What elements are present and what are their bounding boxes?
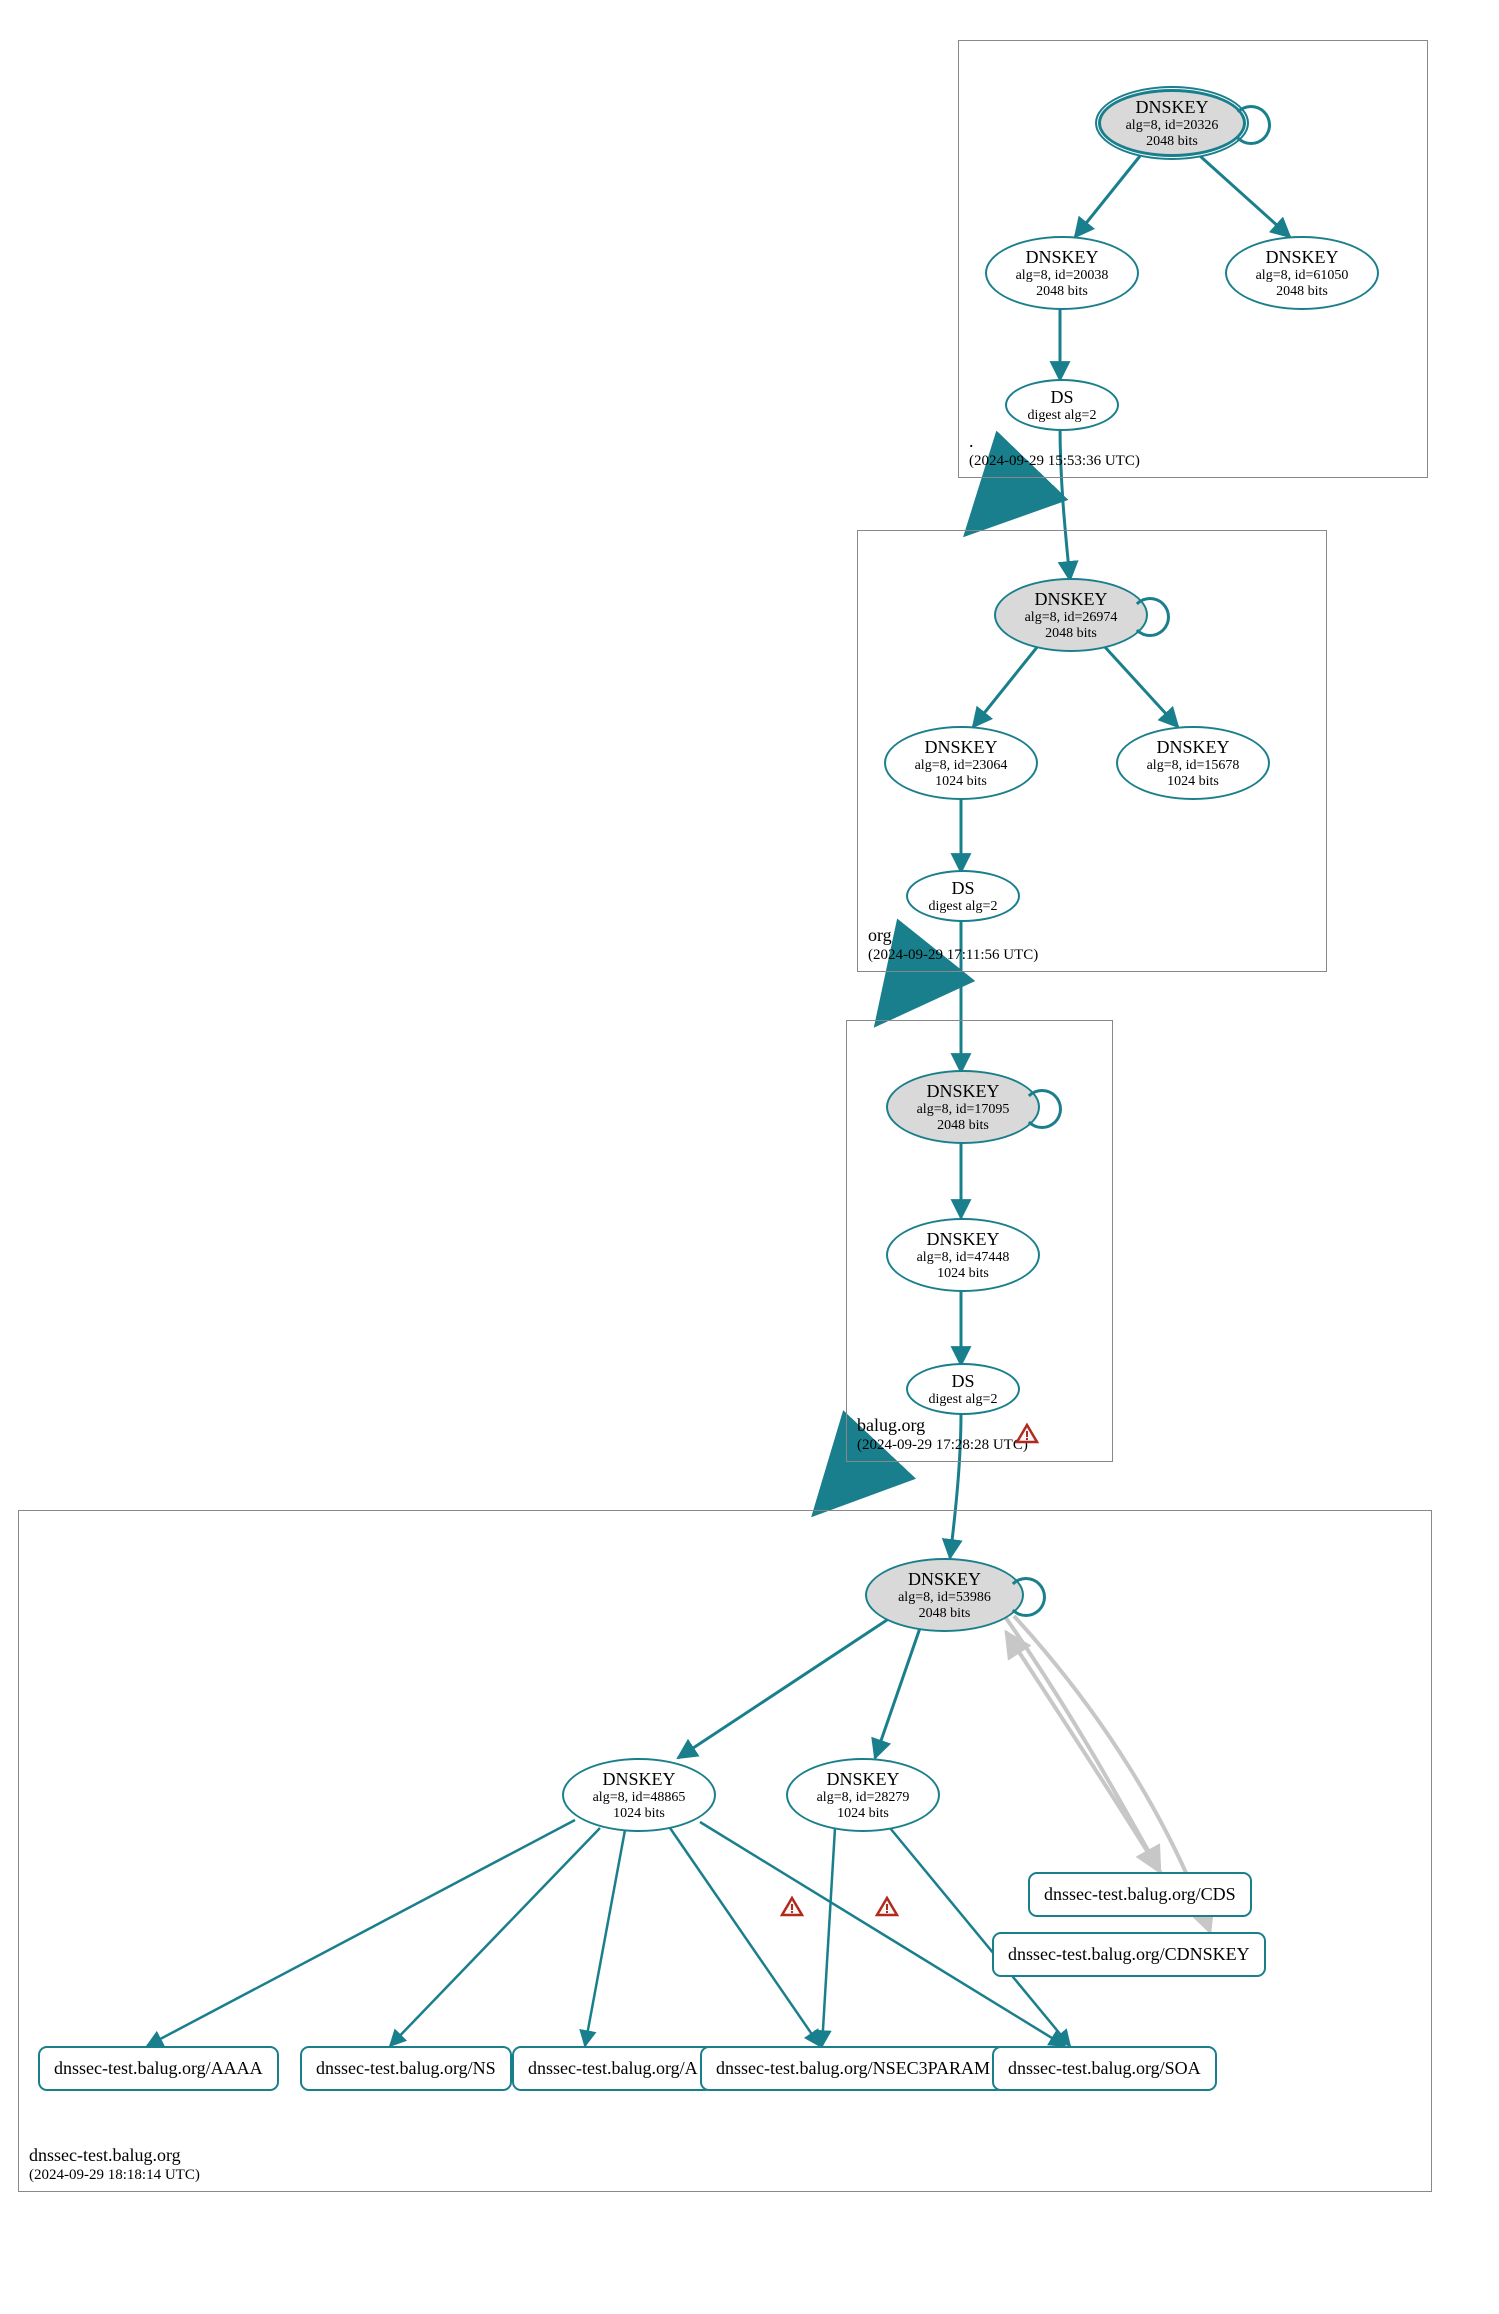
node-root-zsk1: DNSKEY alg=8, id=20038 2048 bits xyxy=(985,236,1139,310)
node-sub2: 2048 bits xyxy=(937,1118,989,1134)
node-title: DNSKEY xyxy=(1156,737,1229,758)
zone-name: org xyxy=(868,924,1038,947)
zone-org-label: org (2024-09-29 17:11:56 UTC) xyxy=(868,924,1038,965)
node-title: DNSKEY xyxy=(924,737,997,758)
node-sub1: digest alg=2 xyxy=(929,1392,998,1408)
node-sub1: alg=8, id=48865 xyxy=(593,1790,686,1806)
rr-aaaa: dnssec-test.balug.org/AAAA xyxy=(38,2046,279,2091)
node-sub2: 2048 bits xyxy=(1276,284,1328,300)
zone-balug-label: balug.org (2024-09-29 17:28:28 UTC) xyxy=(857,1414,1028,1455)
zone-timestamp: (2024-09-29 17:28:28 UTC) xyxy=(857,1436,1028,1455)
node-sub1: alg=8, id=61050 xyxy=(1256,268,1349,284)
node-balug-ds: DS digest alg=2 xyxy=(906,1363,1020,1415)
rr-cds: dnssec-test.balug.org/CDS xyxy=(1028,1872,1252,1917)
node-title: DNSKEY xyxy=(1034,589,1107,610)
node-org-ksk: DNSKEY alg=8, id=26974 2048 bits xyxy=(994,578,1148,652)
node-title: DNSKEY xyxy=(1135,97,1208,118)
node-sub2: 1024 bits xyxy=(837,1806,889,1822)
node-title: DNSKEY xyxy=(926,1081,999,1102)
rr-nsec3param: dnssec-test.balug.org/NSEC3PARAM xyxy=(700,2046,1006,2091)
node-sub1: alg=8, id=26974 xyxy=(1025,610,1118,626)
node-title: DNSKEY xyxy=(826,1769,899,1790)
node-sub2: 2048 bits xyxy=(1036,284,1088,300)
node-balug-zsk: DNSKEY alg=8, id=47448 1024 bits xyxy=(886,1218,1040,1292)
node-sub2: 1024 bits xyxy=(937,1266,989,1282)
zone-name: . xyxy=(969,430,1140,453)
node-sub1: alg=8, id=17095 xyxy=(917,1102,1010,1118)
node-sub1: digest alg=2 xyxy=(929,899,998,915)
node-root-zsk2: DNSKEY alg=8, id=61050 2048 bits xyxy=(1225,236,1379,310)
diagram-canvas: . (2024-09-29 15:53:36 UTC) org (2024-09… xyxy=(10,10,1499,2304)
rr-a: dnssec-test.balug.org/A xyxy=(512,2046,714,2091)
node-title: DNSKEY xyxy=(1265,247,1338,268)
node-root-ksk: DNSKEY alg=8, id=20326 2048 bits xyxy=(1095,86,1249,160)
node-root-ds: DS digest alg=2 xyxy=(1005,379,1119,431)
node-sub1: alg=8, id=53986 xyxy=(898,1590,991,1606)
node-title: DNSKEY xyxy=(1025,247,1098,268)
node-sub2: 1024 bits xyxy=(935,774,987,790)
zone-timestamp: (2024-09-29 17:11:56 UTC) xyxy=(868,946,1038,965)
node-test-ksk: DNSKEY alg=8, id=53986 2048 bits xyxy=(865,1558,1024,1632)
node-sub2: 1024 bits xyxy=(1167,774,1219,790)
node-title: DNSKEY xyxy=(926,1229,999,1250)
node-sub1: alg=8, id=15678 xyxy=(1147,758,1240,774)
node-sub2: 2048 bits xyxy=(1045,626,1097,642)
node-title: DS xyxy=(951,878,974,899)
node-balug-ksk: DNSKEY alg=8, id=17095 2048 bits xyxy=(886,1070,1040,1144)
self-sign-loop xyxy=(1022,1089,1062,1129)
node-sub1: alg=8, id=23064 xyxy=(915,758,1008,774)
rr-soa: dnssec-test.balug.org/SOA xyxy=(992,2046,1217,2091)
zone-timestamp: (2024-09-29 18:18:14 UTC) xyxy=(29,2166,200,2185)
zone-test-label: dnssec-test.balug.org (2024-09-29 18:18:… xyxy=(29,2144,200,2185)
node-sub2: 2048 bits xyxy=(1146,134,1198,150)
node-sub2: 1024 bits xyxy=(613,1806,665,1822)
self-sign-loop xyxy=(1231,105,1271,145)
node-test-zsk2: DNSKEY alg=8, id=28279 1024 bits xyxy=(786,1758,940,1832)
zone-root-label: . (2024-09-29 15:53:36 UTC) xyxy=(969,430,1140,471)
node-sub1: alg=8, id=47448 xyxy=(917,1250,1010,1266)
warning-icon xyxy=(875,1895,899,1924)
node-sub2: 2048 bits xyxy=(919,1606,971,1622)
node-test-zsk1: DNSKEY alg=8, id=48865 1024 bits xyxy=(562,1758,716,1832)
node-sub1: alg=8, id=20038 xyxy=(1016,268,1109,284)
rr-cdnskey: dnssec-test.balug.org/CDNSKEY xyxy=(992,1932,1266,1977)
node-org-zsk2: DNSKEY alg=8, id=15678 1024 bits xyxy=(1116,726,1270,800)
self-sign-loop xyxy=(1130,597,1170,637)
node-title: DS xyxy=(1050,387,1073,408)
node-org-zsk1: DNSKEY alg=8, id=23064 1024 bits xyxy=(884,726,1038,800)
node-title: DS xyxy=(951,1371,974,1392)
warning-icon xyxy=(780,1895,804,1924)
node-sub1: alg=8, id=28279 xyxy=(817,1790,910,1806)
zone-timestamp: (2024-09-29 15:53:36 UTC) xyxy=(969,452,1140,471)
node-org-ds: DS digest alg=2 xyxy=(906,870,1020,922)
warning-icon xyxy=(1015,1422,1039,1451)
rr-ns: dnssec-test.balug.org/NS xyxy=(300,2046,512,2091)
zone-name: balug.org xyxy=(857,1414,1028,1437)
zone-name: dnssec-test.balug.org xyxy=(29,2144,200,2167)
self-sign-loop xyxy=(1006,1577,1046,1617)
node-sub1: alg=8, id=20326 xyxy=(1126,118,1219,134)
node-sub1: digest alg=2 xyxy=(1028,408,1097,424)
node-title: DNSKEY xyxy=(602,1769,675,1790)
node-title: DNSKEY xyxy=(908,1569,981,1590)
